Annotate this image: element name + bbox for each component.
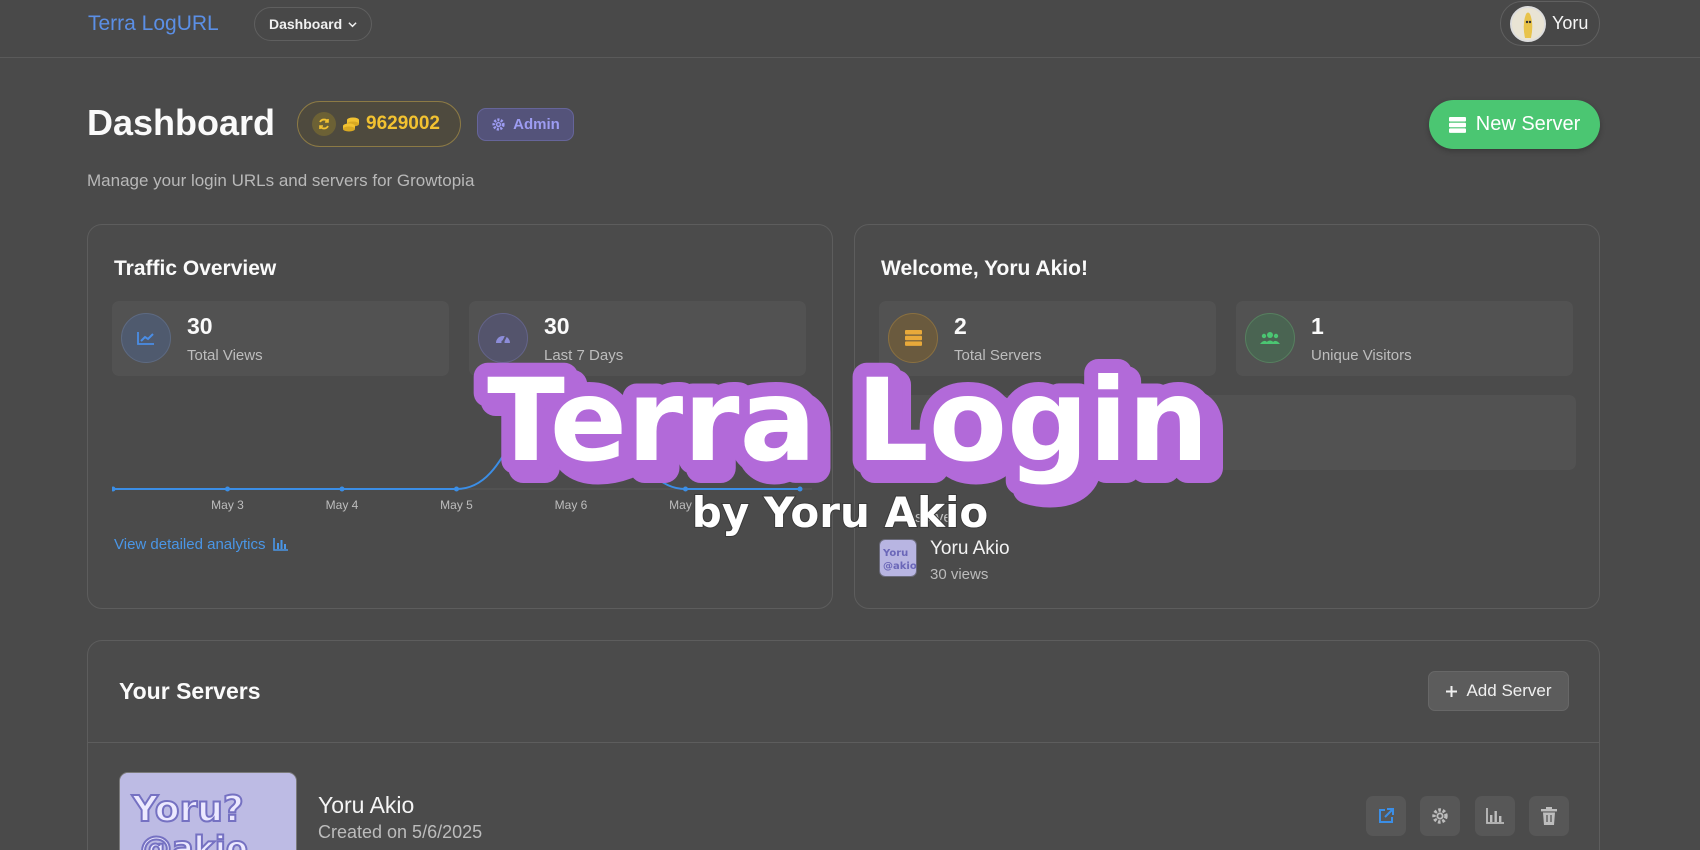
users-icon (1245, 313, 1295, 363)
page-title: Dashboard (87, 102, 276, 143)
user-name: Yoru (1552, 13, 1589, 33)
navbar: Terra LogURL Dashboard Yoru (0, 0, 1700, 58)
top-server-label: server (915, 509, 957, 526)
new-server-label: New Server (1475, 113, 1581, 135)
chart-tick-label: May 7 (669, 498, 702, 512)
chart-point[interactable] (339, 486, 345, 492)
traffic-line-chart: May 3 May 4 May 5 May 6 May 7 (112, 382, 812, 512)
svg-text:@akio: @akio (140, 829, 248, 850)
welcome-card: Welcome, Yoru Akio! 2 Total Servers 1 Un… (854, 224, 1600, 609)
chart-point[interactable] (683, 486, 688, 492)
welcome-info-box (879, 395, 1576, 470)
svg-text:Yoru: Yoru (882, 548, 908, 559)
coin-amount: 9629002 (366, 113, 440, 134)
view-analytics-label: View detailed analytics (114, 536, 266, 553)
chevron-down-icon (348, 21, 357, 27)
welcome-title: Welcome, Yoru Akio! (881, 257, 1088, 280)
admin-badge: Admin (477, 108, 574, 141)
chart-tick-label: May 3 (211, 498, 244, 512)
new-server-button[interactable]: New Server (1429, 100, 1600, 149)
chart-point[interactable] (225, 486, 230, 492)
gauge-icon (478, 313, 528, 363)
unique-visitors-label: Unique Visitors (1311, 347, 1412, 364)
server-analytics-button[interactable] (1475, 796, 1515, 836)
user-menu[interactable]: Yoru (1500, 1, 1600, 46)
total-views-value: 30 (187, 313, 213, 339)
admin-label: Admin (513, 116, 560, 133)
svg-text:Yoru?: Yoru? (131, 789, 244, 830)
chart-point[interactable] (568, 382, 574, 388)
chart-point[interactable] (112, 486, 116, 492)
chart-tick-label: May 5 (440, 498, 473, 512)
trash-icon (1541, 807, 1557, 825)
servers-title: Your Servers (119, 678, 261, 704)
nav-dropdown[interactable]: Dashboard (254, 7, 373, 41)
server-stack-icon (888, 313, 938, 363)
unique-visitors-stat: 1 Unique Visitors (1236, 301, 1573, 376)
total-servers-label: Total Servers (954, 347, 1042, 364)
chart-point[interactable] (454, 486, 459, 492)
bar-chart-icon (273, 538, 289, 551)
server-name[interactable]: Yoru Akio (318, 792, 414, 819)
top-server-thumbnail: Yoru @akio (879, 539, 917, 577)
chart-tick-label: May 6 (555, 498, 588, 512)
page-subtitle: Manage your login URLs and servers for G… (87, 171, 475, 190)
open-server-button[interactable] (1366, 796, 1406, 836)
add-server-label: Add Server (1466, 681, 1552, 700)
server-settings-button[interactable] (1420, 796, 1460, 836)
brand-logo[interactable]: Terra LogURL (88, 12, 219, 36)
server-created-date: Created on 5/6/2025 (318, 822, 483, 842)
your-servers-card: Your Servers Add Server Yoru? @akio Yoru… (87, 640, 1600, 850)
avatar (1510, 5, 1546, 42)
view-analytics-link[interactable]: View detailed analytics (114, 536, 289, 553)
unique-visitors-value: 1 (1311, 313, 1324, 339)
chart-series-line (113, 383, 800, 490)
refresh-icon[interactable] (312, 112, 336, 136)
add-server-button[interactable]: Add Server (1428, 671, 1569, 711)
top-server-views: 30 views (930, 566, 989, 583)
server-thumbnail: Yoru? @akio (119, 772, 297, 850)
chart-tick-label: May 4 (326, 498, 359, 512)
delete-server-button[interactable] (1529, 796, 1569, 836)
traffic-overview-card: Traffic Overview 30 Total Views 30 Last … (87, 224, 833, 609)
last-7-days-value: 30 (544, 313, 570, 339)
plus-icon (1446, 685, 1458, 697)
last-7-days-label: Last 7 Days (544, 347, 624, 364)
gear-icon (1432, 808, 1448, 824)
total-servers-stat: 2 Total Servers (879, 301, 1216, 376)
server-icon (1448, 116, 1466, 133)
traffic-title: Traffic Overview (114, 257, 277, 280)
total-views-stat: 30 Total Views (112, 301, 449, 376)
external-link-icon (1379, 808, 1394, 823)
coin-balance: 9629002 (297, 101, 461, 147)
svg-text:@akio: @akio (883, 561, 916, 572)
coins-icon (343, 117, 359, 132)
top-server-name[interactable]: Yoru Akio (930, 538, 1010, 560)
nav-dropdown-label: Dashboard (269, 16, 343, 32)
gear-icon (492, 118, 505, 131)
total-views-label: Total Views (187, 347, 263, 364)
chart-point[interactable] (797, 486, 803, 492)
chart-line-icon (121, 313, 171, 363)
total-servers-value: 2 (954, 313, 967, 339)
bar-chart-icon (1486, 808, 1504, 824)
divider (88, 742, 1599, 743)
last-7-days-stat: 30 Last 7 Days (469, 301, 806, 376)
